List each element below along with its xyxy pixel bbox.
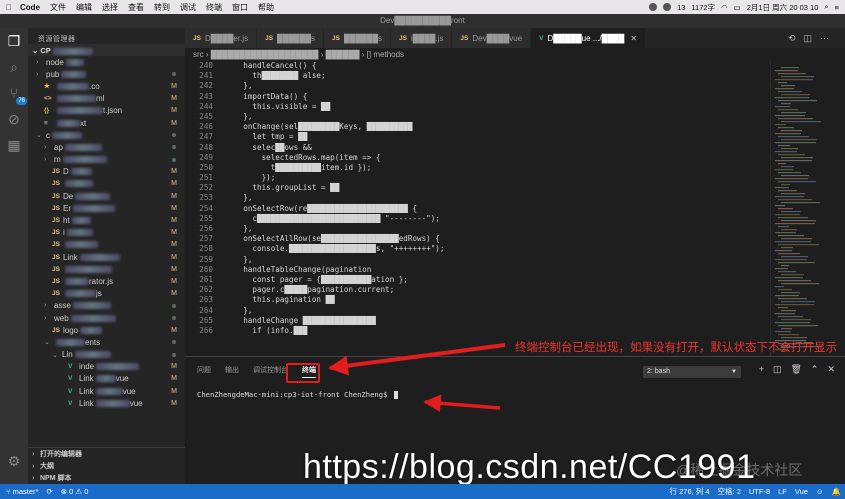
arrow-to-terminal-line xyxy=(423,394,501,412)
branch-name: master* xyxy=(12,487,39,496)
sync-icon[interactable]: ⟳ xyxy=(46,487,52,496)
error-count: 0 xyxy=(69,487,74,496)
watermark-overlay: @稀土掘金技术社区 xyxy=(676,462,803,478)
branch-indicator[interactable]: ⑂ master* xyxy=(6,487,38,496)
cursor-position[interactable]: 行 276, 列 4 xyxy=(670,486,710,497)
warning-count: 0 xyxy=(84,487,89,496)
encoding[interactable]: UTF-8 xyxy=(749,487,770,496)
annotation-arrows xyxy=(328,343,506,412)
annotation-text: 终端控制台已经出现，如果没有打开，默认状态下不会打开显示 xyxy=(515,342,837,354)
arrow-to-terminal-tab xyxy=(328,343,506,376)
indentation[interactable]: 空格: 2 xyxy=(718,486,741,497)
error-icon: ⊗ xyxy=(60,487,70,496)
branch-icon: ⑂ xyxy=(6,487,13,496)
end-of-line[interactable]: LF xyxy=(778,487,787,496)
feedback-icon[interactable]: ☺ xyxy=(816,487,824,496)
problems-indicator[interactable]: ⊗ 0 ⚠ 0 xyxy=(61,487,89,496)
bell-icon[interactable]: 🔔 xyxy=(832,487,841,496)
language-mode[interactable]: Vue xyxy=(795,487,808,496)
warning-icon: ⚠ xyxy=(75,487,85,496)
status-bar: ⑂ master* ⟳ ⊗ 0 ⚠ 0 行 276, 列 4 空格: 2 UTF… xyxy=(0,484,845,499)
